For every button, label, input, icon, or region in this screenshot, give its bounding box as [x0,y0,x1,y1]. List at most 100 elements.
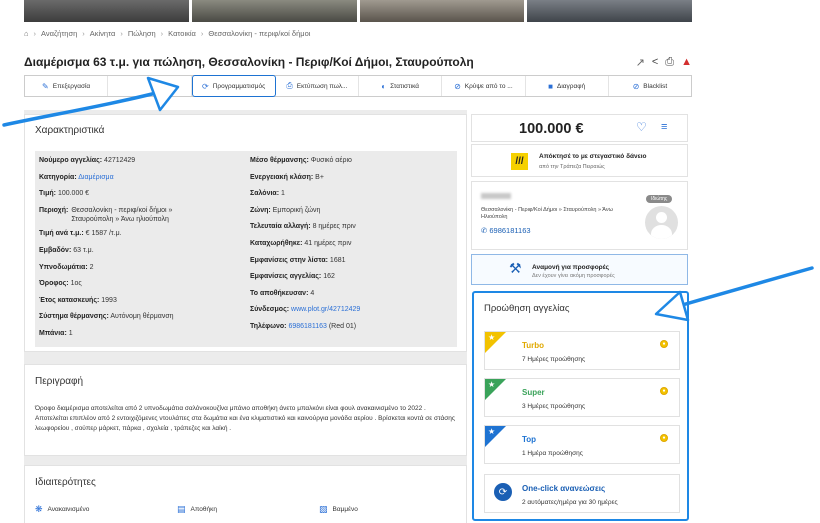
breadcrumb-item[interactable]: Θεσσαλονίκη - περιφ/κοί δήμοι [208,29,310,38]
feature-row: Περιοχή: Θεσσαλονίκη - περιφ/κοί δήμοι »… [39,206,173,223]
promotion-title: Προώθηση αγγελίας [484,303,570,314]
properties-title: Ιδιαιτερότητες [35,477,96,488]
print-sale-button[interactable]: ⎙ Εκτύπωση πωλ... [276,76,359,96]
edit-button[interactable]: ✎ Επεξεργασία [25,76,109,96]
breadcrumb-item[interactable]: Κατοικία [168,29,196,38]
phone-link[interactable]: 6986181163 [288,323,326,330]
properties-panel: Ιδιαιτερότητες ❋ Ανακαινισμένο ▤ Αποθήκη ▧… [24,465,467,523]
paint-roller-icon: ▧ [319,504,328,514]
feature-row: Τελευταία αλλαγή: 8 ημέρες πριν [250,223,356,231]
feature-row: Εμφανίσεις αγγελίας: 162 [250,273,335,281]
bank-logo: /// [511,153,528,170]
promo-card-super[interactable]: ★ Super 3 Ημέρες προώθησης ● [484,378,680,417]
features-left-column: Νούμερο αγγελίας: 42712429 Κατηγορία: Δι… [35,156,246,347]
compare-icon[interactable]: ≡ [661,121,667,133]
feature-row: Ενεργειακή κλάση: B+ [250,173,324,181]
star-icon: ★ [488,333,496,342]
feature-row: Σύστημα θέρμανσης: Αυτόνομη θέρμανση [39,313,174,321]
breadcrumb-item[interactable]: Αναζήτηση [41,29,77,38]
share-icon[interactable]: < [652,56,658,68]
print-icon[interactable]: ⎙ [665,56,674,69]
delete-button[interactable]: ■ Διαγραφή [526,76,609,96]
offers-subtitle: Δεν έχουν γίνει ακόμη προσφορές [532,273,615,279]
loan-title: Απόκτησέ το με στεγαστικό δάνειο [539,153,647,160]
feature-row: Κατηγορία: Διαμέρισμα [39,173,114,181]
feature-row: Τηλέφωνο: 6986181163 (Red 01) [250,322,357,330]
storage-icon: ▤ [177,504,186,514]
loan-subtitle: από την Τράπεζα Πειραιώς [539,164,605,170]
seller-phone[interactable]: ✆ 6986181163 [481,226,531,235]
action-toolbar: ✎ Επεξεργασία ⟳ Προγραμματισμός ⎙ Εκτύπωση … [24,75,692,97]
feature-row: Τιμή ανά τ.μ.: € 1587 /τ.μ. [39,230,122,238]
star-icon: ★ [488,380,496,389]
loan-banner[interactable]: /// Απόκτησέ το με στεγαστικό δάνειο από… [471,144,688,177]
offers-panel[interactable]: ⚒ Αναμονή για προσφορές Δεν έχουν γίνει … [471,254,688,285]
breadcrumb: ⌂ › Αναζήτηση › Ακίνητα › Πώληση › Κατοικία … [24,29,311,38]
feature-row: Το αποθήκευσαν: 4 [250,289,315,297]
property-item: ❋ Ανακαινισμένο [35,504,90,514]
description-panel: Περιγραφή Όροφο διαμέρισμα αποτελείται α… [24,364,467,456]
feature-row: Νούμερο αγγελίας: 42712429 [39,157,136,164]
stats-button[interactable]: ◐ Στατιστικά [359,76,443,96]
property-item: ▧ Βαμμένο [319,504,358,514]
features-title: Χαρακτηριστικά [35,125,105,136]
gavel-icon: ⚒ [509,260,522,276]
feature-row: Μέσο θέρμανσης: Φυσικό αέριο [250,157,352,164]
feature-row: Καταχωρήθηκε: 41 ημέρες πριν [250,239,352,247]
price-value: 100.000 € [519,121,584,137]
property-item: ▤ Αποθήκη [177,504,217,514]
feature-row: Σαλόνια: 1 [250,190,285,198]
stats-icon: ◐ [381,81,387,91]
feature-row: Υπνοδωμάτια: 2 [39,263,94,271]
hide-icon: ⊘ [454,81,461,91]
blacklist-button[interactable]: ⊘ Blacklist [609,76,691,96]
home-icon[interactable]: ⌂ [24,29,29,38]
feature-row: Ζώνη: Εμπορική ζώνη [250,206,321,214]
feature-row: Έτος κατασκευής: 1993 [39,296,117,304]
toolbar-empty-slot [108,76,192,96]
offers-title: Αναμονή για προσφορές [532,264,609,271]
edit-icon: ✎ [42,81,49,91]
seller-address: Θεσσαλονίκη - Περιφ/Κοί Δήμοι » Σταυρούπ… [481,207,613,220]
block-icon: ⊘ [632,81,640,91]
feature-row: Όροφος: 1ος [39,280,82,288]
description-title: Περιγραφή [35,376,84,387]
avatar [645,206,678,239]
heart-icon[interactable]: ♡ [636,120,647,134]
star-icon: ★ [488,427,496,436]
promo-card-one-click[interactable]: ⟳ One-click ανανεώσεις 2 αυτόματες/ημέρα… [484,474,680,513]
price-panel: 100.000 € ♡ ≡ [471,114,688,142]
promo-card-top[interactable]: ★ Top 1 Ημέρα προώθησης ● [484,425,680,464]
feature-row: Σύνδεσμος: www.plot.gr/42712429 [250,306,361,314]
print-icon: ⎙ [286,81,293,90]
listing-link[interactable]: www.plot.gr/42712429 [291,306,360,313]
features-right-column: Μέσο θέρμανσης: Φυσικό αέριο Ενεργειακή … [246,156,457,347]
seller-type-badge: Ιδιώτης [646,195,673,203]
feature-row: Μπάνια: 1 [39,329,73,337]
wrench-icon[interactable]: ↗ [636,56,645,69]
breadcrumb-item[interactable]: Πώληση [128,29,156,38]
category-link[interactable]: Διαμέρισμα [78,174,113,181]
coin-icon: ● [660,340,668,348]
promotion-panel: Προώθηση αγγελίας ★ Turbo 7 Ημέρες προώθ… [472,291,689,521]
feature-row: Εμβαδόν: 63 τ.μ. [39,246,94,254]
feature-row: Τιμή: 100.000 € [39,190,90,198]
schedule-button[interactable]: ⟳ Προγραμματισμός [191,75,276,97]
seller-name-redacted [481,193,511,199]
seller-panel: Θεσσαλονίκη - Περιφ/Κοί Δήμοι » Σταυρούπ… [471,181,688,250]
renovated-icon: ❋ [35,504,43,514]
breadcrumb-item[interactable]: Ακίνητα [90,29,116,38]
warning-icon[interactable]: ▲ [681,56,692,68]
description-text: Όροφο διαμέρισμα αποτελείται από 2 υπνοδ… [35,405,456,432]
coin-icon: ● [660,434,668,442]
features-panel: Χαρακτηριστικά Νούμερο αγγελίας: 4271242… [24,114,467,352]
photo-strip[interactable] [24,0,692,22]
hide-button[interactable]: ⊘ Κρύψε από το ... [442,76,526,96]
features-grid: Νούμερο αγγελίας: 42712429 Κατηγορία: Δι… [35,151,457,347]
schedule-icon: ⟳ [202,81,209,91]
coin-icon: ● [660,387,668,395]
page-title: Διαμέρισμα 63 τ.μ. για πώληση, Θεσσαλονί… [24,55,474,69]
feature-row: Εμφανίσεις στην λίστα: 1681 [250,256,346,264]
promo-card-turbo[interactable]: ★ Turbo 7 Ημέρες προώθησης ● [484,331,680,370]
trash-icon: ■ [548,81,553,91]
